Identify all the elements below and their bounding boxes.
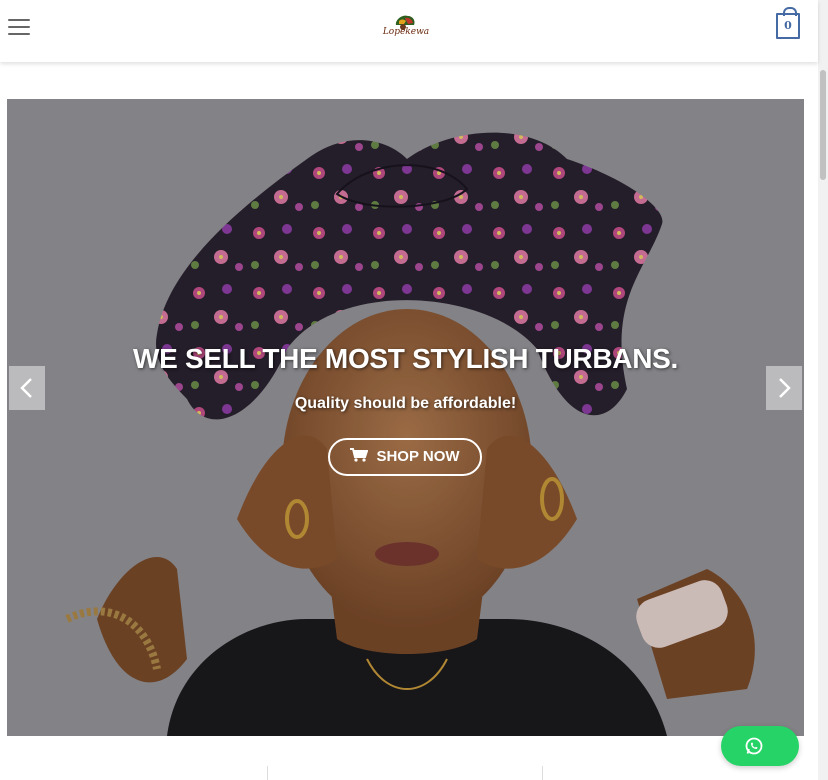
page-scrollbar[interactable] [818,0,828,780]
chevron-left-icon [20,378,32,398]
slider-next-button[interactable] [766,366,802,410]
shop-now-button[interactable]: SHOP NOW [328,438,482,476]
shopping-cart-icon [350,448,369,462]
hero-overlay [7,99,804,736]
cart-count: 0 [784,19,792,32]
hamburger-menu-icon[interactable] [8,19,30,36]
chevron-right-icon [779,378,791,398]
slider-prev-button[interactable] [9,366,45,410]
whatsapp-icon [745,737,763,755]
hero-subheadline: Quality should be affordable! [294,395,517,412]
site-header: Lopekewa 0 [0,0,818,62]
whatsapp-chat-button[interactable] [721,726,799,766]
section-divider [542,766,543,780]
hero-headline: WE SELL THE MOST STYLISH TURBANS. [133,343,678,374]
site-logo[interactable]: Lopekewa [382,14,430,44]
hero-slider: WE SELL THE MOST STYLISH TURBANS. Qualit… [7,99,804,736]
logo-wordmark: Lopekewa [382,27,430,37]
cart-button[interactable]: 0 [776,7,800,39]
shop-now-label: SHOP NOW [376,448,460,465]
scrollbar-thumb[interactable] [820,70,826,180]
section-divider [267,766,268,780]
